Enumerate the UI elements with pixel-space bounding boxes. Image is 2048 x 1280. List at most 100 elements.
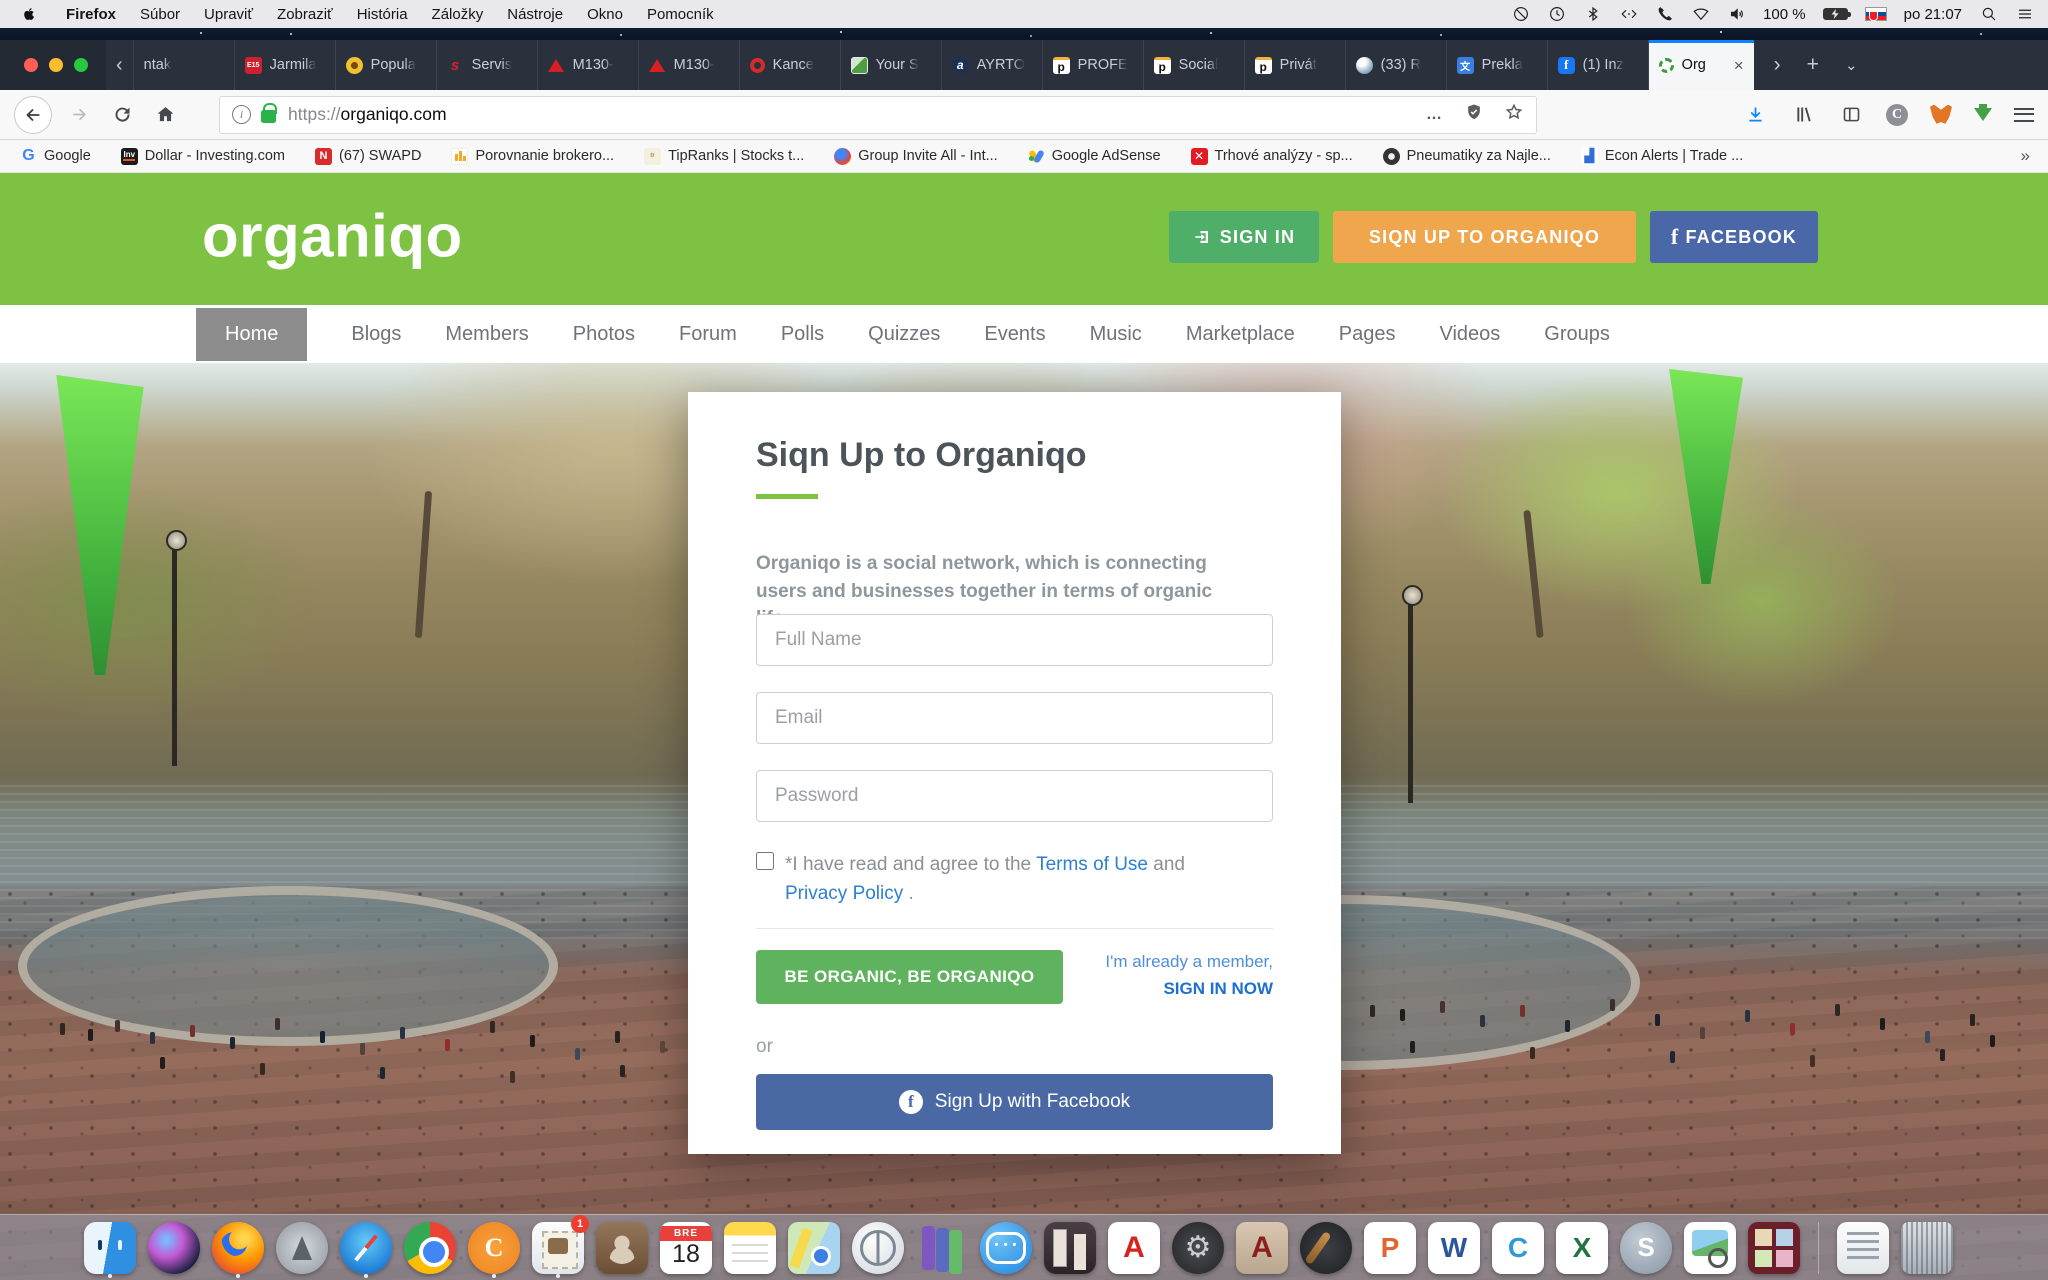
scroll-tabs-right-button[interactable]: › [1774,53,1781,77]
notification-center-icon[interactable] [2015,5,2034,24]
dock-powerpoint[interactable]: P [1364,1219,1416,1277]
bookmark-groupinvite[interactable]: Group Invite All - Int... [834,148,997,165]
tab-8[interactable]: aAYRTO [941,40,1042,90]
bookmark-porovnanie[interactable]: Porovnanie brokero... [451,148,614,165]
reload-button[interactable] [109,102,135,128]
nav-marketplace[interactable]: Marketplace [1186,323,1295,346]
dock-acrobat-pro[interactable]: A [1236,1219,1288,1277]
bookmark-swapd[interactable]: N(67) SWAPD [315,148,421,165]
menu-upravit[interactable]: Upraviť [192,6,265,23]
tab-11[interactable]: pPrivát [1244,40,1345,90]
bookmark-adsense[interactable]: Google AdSense [1028,148,1161,165]
new-tab-button[interactable]: + [1807,53,1819,77]
tab-3[interactable]: sServis [436,40,537,90]
menu-historia[interactable]: História [345,6,420,23]
slovak-flag-icon[interactable] [1865,7,1887,21]
dock-photos-grid[interactable] [1748,1219,1800,1277]
dock-swirl-app[interactable]: S [1620,1219,1672,1277]
home-button[interactable] [152,102,178,128]
nav-polls[interactable]: Polls [781,323,824,346]
privacy-policy-link[interactable]: Privacy Policy [785,883,903,904]
dock-chrome[interactable] [404,1219,456,1277]
dock-excel[interactable]: X [1556,1219,1608,1277]
spotlight-search-icon[interactable] [1979,5,1998,24]
dock-globe-app[interactable] [852,1219,904,1277]
bookmark-pneumatiky[interactable]: Pneumatiky za Najle... [1383,148,1551,165]
keyboard-brackets-icon[interactable] [1619,5,1638,24]
nav-events[interactable]: Events [984,323,1045,346]
nav-photos[interactable]: Photos [573,323,635,346]
dock-contacts[interactable] [596,1219,648,1277]
close-window-button[interactable] [24,58,38,72]
volume-icon[interactable] [1727,5,1746,24]
full-name-field[interactable] [756,614,1273,666]
tab-12[interactable]: (33) R [1345,40,1446,90]
c-extension-icon[interactable]: C [1886,104,1908,126]
signup-with-facebook-button[interactable]: f Sign Up with Facebook [756,1074,1273,1130]
minimize-window-button[interactable] [49,58,63,72]
terms-checkbox[interactable] [756,852,774,870]
organiqo-logo[interactable]: organiqo [202,202,463,271]
facebook-header-button[interactable]: f FACEBOOK [1650,211,1818,263]
tab-13[interactable]: 文Prekla [1446,40,1547,90]
phone-icon[interactable] [1655,5,1674,24]
nav-groups[interactable]: Groups [1544,323,1610,346]
dock-trash[interactable] [1901,1219,1953,1277]
nav-forum[interactable]: Forum [679,323,737,346]
wifi-icon[interactable] [1691,5,1710,24]
nav-music[interactable]: Music [1090,323,1142,346]
nav-pages[interactable]: Pages [1339,323,1396,346]
dock-c-app[interactable]: C [1492,1219,1544,1277]
bookmark-investing[interactable]: InvDollar - Investing.com [121,148,285,165]
menu-okno[interactable]: Okno [575,6,635,23]
zoom-window-button[interactable] [74,58,88,72]
dock-gear-utility[interactable]: ⚙ [1172,1219,1224,1277]
time-machine-icon[interactable] [1547,5,1566,24]
dock-notes[interactable] [724,1219,776,1277]
page-actions-icon[interactable]: … [1426,106,1444,124]
nav-home[interactable]: Home [196,308,307,361]
tab-9[interactable]: pPROFE [1042,40,1143,90]
dock-siri[interactable] [148,1219,200,1277]
dock-garageband[interactable] [1300,1219,1352,1277]
tab-6[interactable]: Kance [739,40,840,90]
dock-acrobat-reader[interactable]: A [1108,1219,1160,1277]
bookmark-trhove[interactable]: ✕Trhové analýzy - sp... [1191,148,1353,165]
tab-organiqo-active[interactable]: Org× [1648,40,1754,90]
nav-quizzes[interactable]: Quizzes [868,323,940,346]
sign-in-button[interactable]: SIGN IN [1169,211,1319,263]
sidebar-icon[interactable] [1838,102,1864,128]
back-button[interactable] [14,96,52,134]
dock-firefox[interactable] [212,1219,264,1277]
bookmarks-overflow-chevron[interactable]: » [2021,146,2028,166]
tab-2[interactable]: Popula [335,40,436,90]
dock-launchpad[interactable] [276,1219,328,1277]
green-arrow-extension-icon[interactable] [1974,108,1992,121]
tab-5[interactable]: M130- [638,40,739,90]
dock-safari[interactable] [340,1219,392,1277]
firefox-menu-icon[interactable] [2014,108,2034,122]
shield-check-icon[interactable] [1464,102,1484,127]
be-organic-submit-button[interactable]: BE ORGANIC, BE ORGANIQO [756,950,1063,1004]
tab-1[interactable]: E15Jarmila [234,40,335,90]
url-bar[interactable]: i https://organiqo.com … [219,96,1537,134]
nav-videos[interactable]: Videos [1439,323,1500,346]
sign-up-to-organiqo-button[interactable]: SIQN UP TO ORGANIQO [1333,211,1636,263]
dock-mail[interactable]: 1 [532,1219,584,1277]
do-not-disturb-icon[interactable] [1511,5,1530,24]
downloads-icon[interactable] [1742,102,1768,128]
dock-notebooks[interactable] [916,1219,968,1277]
dock-calendar[interactable]: BRE18 [660,1219,712,1277]
dock-messages[interactable] [980,1219,1032,1277]
scroll-tabs-left-button[interactable]: ‹ [106,40,133,90]
dock-cryptocompare[interactable]: C [468,1219,520,1277]
apple-menu-icon[interactable] [20,5,38,23]
tab-14[interactable]: f(1) Inz [1547,40,1648,90]
metamask-fox-icon[interactable] [1930,105,1952,125]
password-field[interactable] [756,770,1273,822]
dock-preview[interactable] [1684,1219,1736,1277]
tab-7[interactable]: Your S [840,40,941,90]
dock-word[interactable]: W [1428,1219,1480,1277]
menu-zobrazit[interactable]: Zobraziť [265,6,345,23]
nav-blogs[interactable]: Blogs [351,323,401,346]
